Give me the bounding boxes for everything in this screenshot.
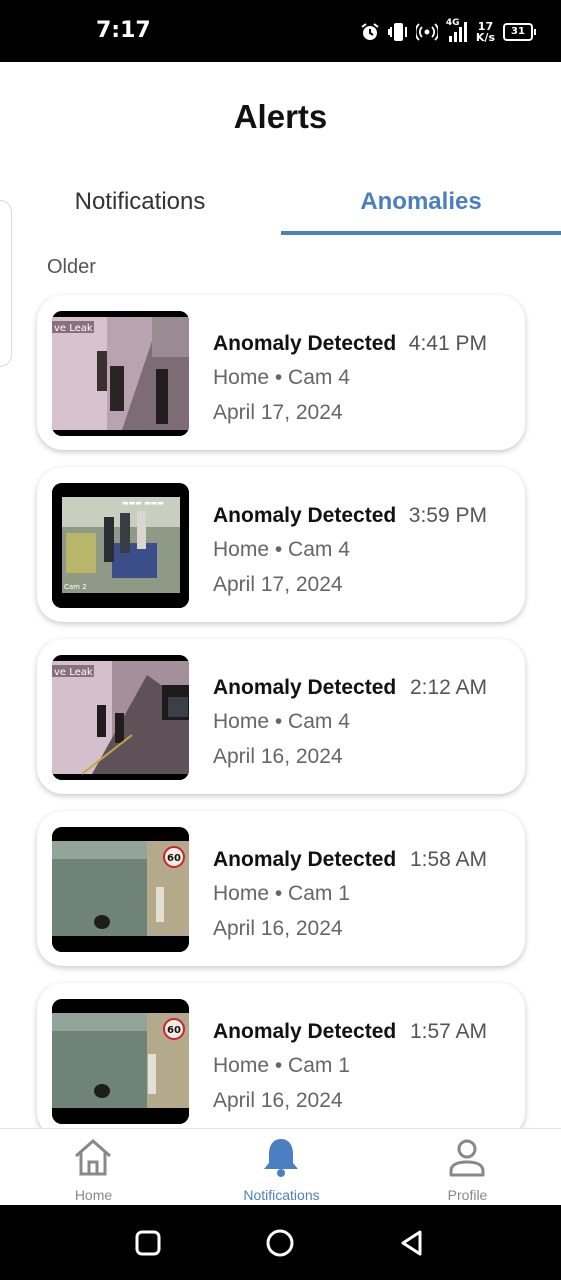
battery-icon: 31: [503, 23, 536, 41]
alert-location: Home • Cam 4: [213, 538, 350, 561]
alert-title: Anomaly Detected: [213, 1020, 397, 1043]
tab-anomalies[interactable]: Anomalies: [281, 188, 561, 236]
alert-time: 3:59 PM: [408, 504, 487, 527]
alert-title: Anomaly Detected: [213, 332, 397, 355]
alert-thumbnail: ve Leak: [52, 655, 189, 780]
thumbnail-caption: 60: [167, 1025, 181, 1036]
thumbnail-caption: ve Leak: [54, 667, 93, 678]
thumbnail-caption: Cam 2: [64, 583, 87, 591]
alert-date: April 16, 2024: [213, 1089, 343, 1112]
alert-title: Anomaly Detected: [213, 676, 397, 699]
network-speed: 17 K/s: [476, 21, 495, 43]
alert-time: 2:12 AM: [409, 676, 487, 699]
nav-item-home[interactable]: Home: [0, 1129, 187, 1206]
home-icon: [75, 1139, 111, 1176]
nav-label-home: Home: [74, 1187, 113, 1203]
alert-date: April 16, 2024: [213, 745, 343, 768]
thumbnail-caption: ve Leak: [54, 323, 93, 334]
thumbnail-caption: 60: [167, 853, 181, 864]
page-title: Alerts: [233, 98, 328, 135]
nav-label-notifications: Notifications: [243, 1187, 320, 1203]
alert-thumbnail: 60: [52, 827, 189, 952]
status-bar: 7:17 4G 17 K/s 31: [0, 0, 561, 62]
alert-time: 1:57 AM: [409, 1020, 487, 1043]
alert-card[interactable]: ▬▬▬ ▬▬▬ Cam 2 Anomaly Detected 3:59 PM H…: [37, 467, 525, 622]
alert-thumbnail: ▬▬▬ ▬▬▬ Cam 2: [52, 483, 189, 608]
bell-icon: [264, 1139, 298, 1177]
alert-location: Home • Cam 4: [213, 366, 350, 389]
alert-card[interactable]: 60 Anomaly Detected 1:58 AM Home • Cam 1…: [37, 811, 525, 966]
alert-card[interactable]: ve Leak Anomaly Detected 2:12 AM Home • …: [37, 639, 525, 794]
bottom-nav: Home Notifications Profile: [0, 1128, 561, 1206]
alert-title: Anomaly Detected: [213, 848, 397, 871]
nav-item-notifications[interactable]: Notifications: [188, 1129, 375, 1206]
section-label-older: Older: [47, 256, 96, 278]
alert-time: 1:58 AM: [409, 848, 487, 871]
back-icon[interactable]: [396, 1227, 428, 1259]
status-time: 7:17: [96, 18, 151, 43]
hotspot-icon: [415, 23, 438, 41]
cell-signal-icon: 4G: [446, 18, 468, 44]
person-icon: [449, 1139, 485, 1177]
alert-location: Home • Cam 1: [213, 882, 350, 905]
system-nav-bar: [0, 1205, 561, 1280]
status-icons: 4G 17 K/s 31: [360, 18, 536, 46]
alert-date: April 17, 2024: [213, 573, 343, 596]
home-circle-icon[interactable]: [264, 1227, 296, 1259]
alert-card[interactable]: ve Leak Anomaly Detected 4:41 PM Home • …: [37, 295, 525, 450]
alert-thumbnail: 60: [52, 999, 189, 1124]
nav-item-profile[interactable]: Profile: [374, 1129, 561, 1206]
recents-icon[interactable]: [132, 1227, 164, 1259]
alert-time: 4:41 PM: [408, 332, 487, 355]
tab-notifications[interactable]: Notifications: [0, 188, 280, 236]
alert-date: April 16, 2024: [213, 917, 343, 940]
network-speed-unit: K/s: [475, 31, 495, 44]
active-tab-indicator: [281, 231, 561, 235]
svg-text:▬▬▬ ▬▬▬: ▬▬▬ ▬▬▬: [122, 499, 164, 507]
alert-location: Home • Cam 4: [213, 710, 350, 733]
alert-location: Home • Cam 1: [213, 1054, 350, 1077]
alert-title: Anomaly Detected: [213, 504, 397, 527]
vibrate-icon: [387, 23, 407, 41]
nav-label-profile: Profile: [447, 1187, 488, 1203]
alert-thumbnail: ve Leak: [52, 311, 189, 436]
alert-card[interactable]: 60 Anomaly Detected 1:57 AM Home • Cam 1…: [37, 983, 525, 1138]
alarm-icon: [361, 23, 379, 40]
alert-date: April 17, 2024: [213, 401, 343, 424]
